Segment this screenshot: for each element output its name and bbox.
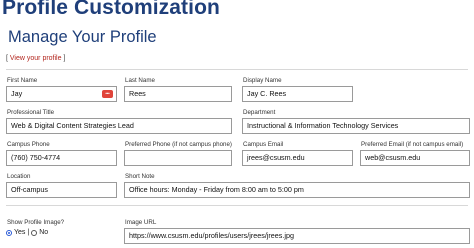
professional-title-value: Web & Digital Content Strategies Lead xyxy=(11,121,134,130)
view-profile-link[interactable]: View your profile xyxy=(10,55,62,62)
image-url-label: Image URL xyxy=(125,219,157,226)
display-name-label: Display Name xyxy=(243,77,282,84)
campus-phone-field[interactable]: (760) 750-4774 xyxy=(6,150,117,166)
first-name-field[interactable]: Jay ••• xyxy=(6,86,117,102)
page-title: Profile Customization xyxy=(2,0,220,19)
password-manager-icon[interactable]: ••• xyxy=(102,90,113,98)
location-value: Off-campus xyxy=(11,185,49,194)
professional-title-label: Professional Title xyxy=(7,109,55,116)
last-name-value: Rees xyxy=(129,89,146,98)
image-url-field[interactable]: https://www.csusm.edu/profiles/users/jre… xyxy=(124,228,470,244)
view-profile-link-wrap: [ View your profile ] xyxy=(6,55,65,62)
department-label: Department xyxy=(243,109,276,116)
preferred-email-field[interactable]: web@csusm.edu xyxy=(360,150,470,166)
first-name-label: First Name xyxy=(7,77,38,84)
campus-email-value: jrees@csusm.edu xyxy=(247,153,305,162)
bracket-close: ] xyxy=(61,55,66,62)
last-name-label: Last Name xyxy=(125,77,155,84)
last-name-field[interactable]: Rees xyxy=(124,86,232,102)
location-field[interactable]: Off-campus xyxy=(6,182,117,198)
campus-email-label: Campus Email xyxy=(243,141,284,148)
image-url-value: https://www.csusm.edu/profiles/users/jre… xyxy=(129,231,294,240)
department-field[interactable]: Instructional & Information Technology S… xyxy=(242,118,470,134)
show-image-yes-radio[interactable] xyxy=(6,229,12,236)
department-value: Instructional & Information Technology S… xyxy=(247,121,399,130)
display-name-field[interactable]: Jay C. Rees xyxy=(242,86,353,102)
divider xyxy=(6,69,468,70)
location-label: Location xyxy=(7,173,31,180)
short-note-field[interactable]: Office hours: Monday - Friday from 8:00 … xyxy=(124,182,470,198)
preferred-phone-field[interactable] xyxy=(124,150,232,166)
show-image-label: Show Profile Image? xyxy=(7,219,65,226)
campus-phone-value: (760) 750-4774 xyxy=(11,153,61,162)
first-name-value: Jay xyxy=(11,89,23,98)
short-note-label: Short Note xyxy=(125,173,155,180)
show-image-radio-group: Yes | No xyxy=(6,229,48,236)
show-image-no-label: No xyxy=(39,229,49,236)
radio-separator: | xyxy=(27,229,30,236)
show-image-no-radio[interactable] xyxy=(31,229,38,236)
section-title: Manage Your Profile xyxy=(8,28,157,46)
short-note-value: Office hours: Monday - Friday from 8:00 … xyxy=(129,185,304,194)
divider xyxy=(6,205,468,206)
preferred-email-label: Preferred Email (if not campus email) xyxy=(361,141,464,148)
campus-email-field[interactable]: jrees@csusm.edu xyxy=(242,150,353,166)
display-name-value: Jay C. Rees xyxy=(247,89,287,98)
preferred-email-value: web@csusm.edu xyxy=(365,153,421,162)
show-image-yes-label: Yes xyxy=(14,229,26,236)
preferred-phone-label: Preferred Phone (if not campus phone) xyxy=(125,141,232,148)
campus-phone-label: Campus Phone xyxy=(7,141,50,148)
professional-title-field[interactable]: Web & Digital Content Strategies Lead xyxy=(6,118,232,134)
